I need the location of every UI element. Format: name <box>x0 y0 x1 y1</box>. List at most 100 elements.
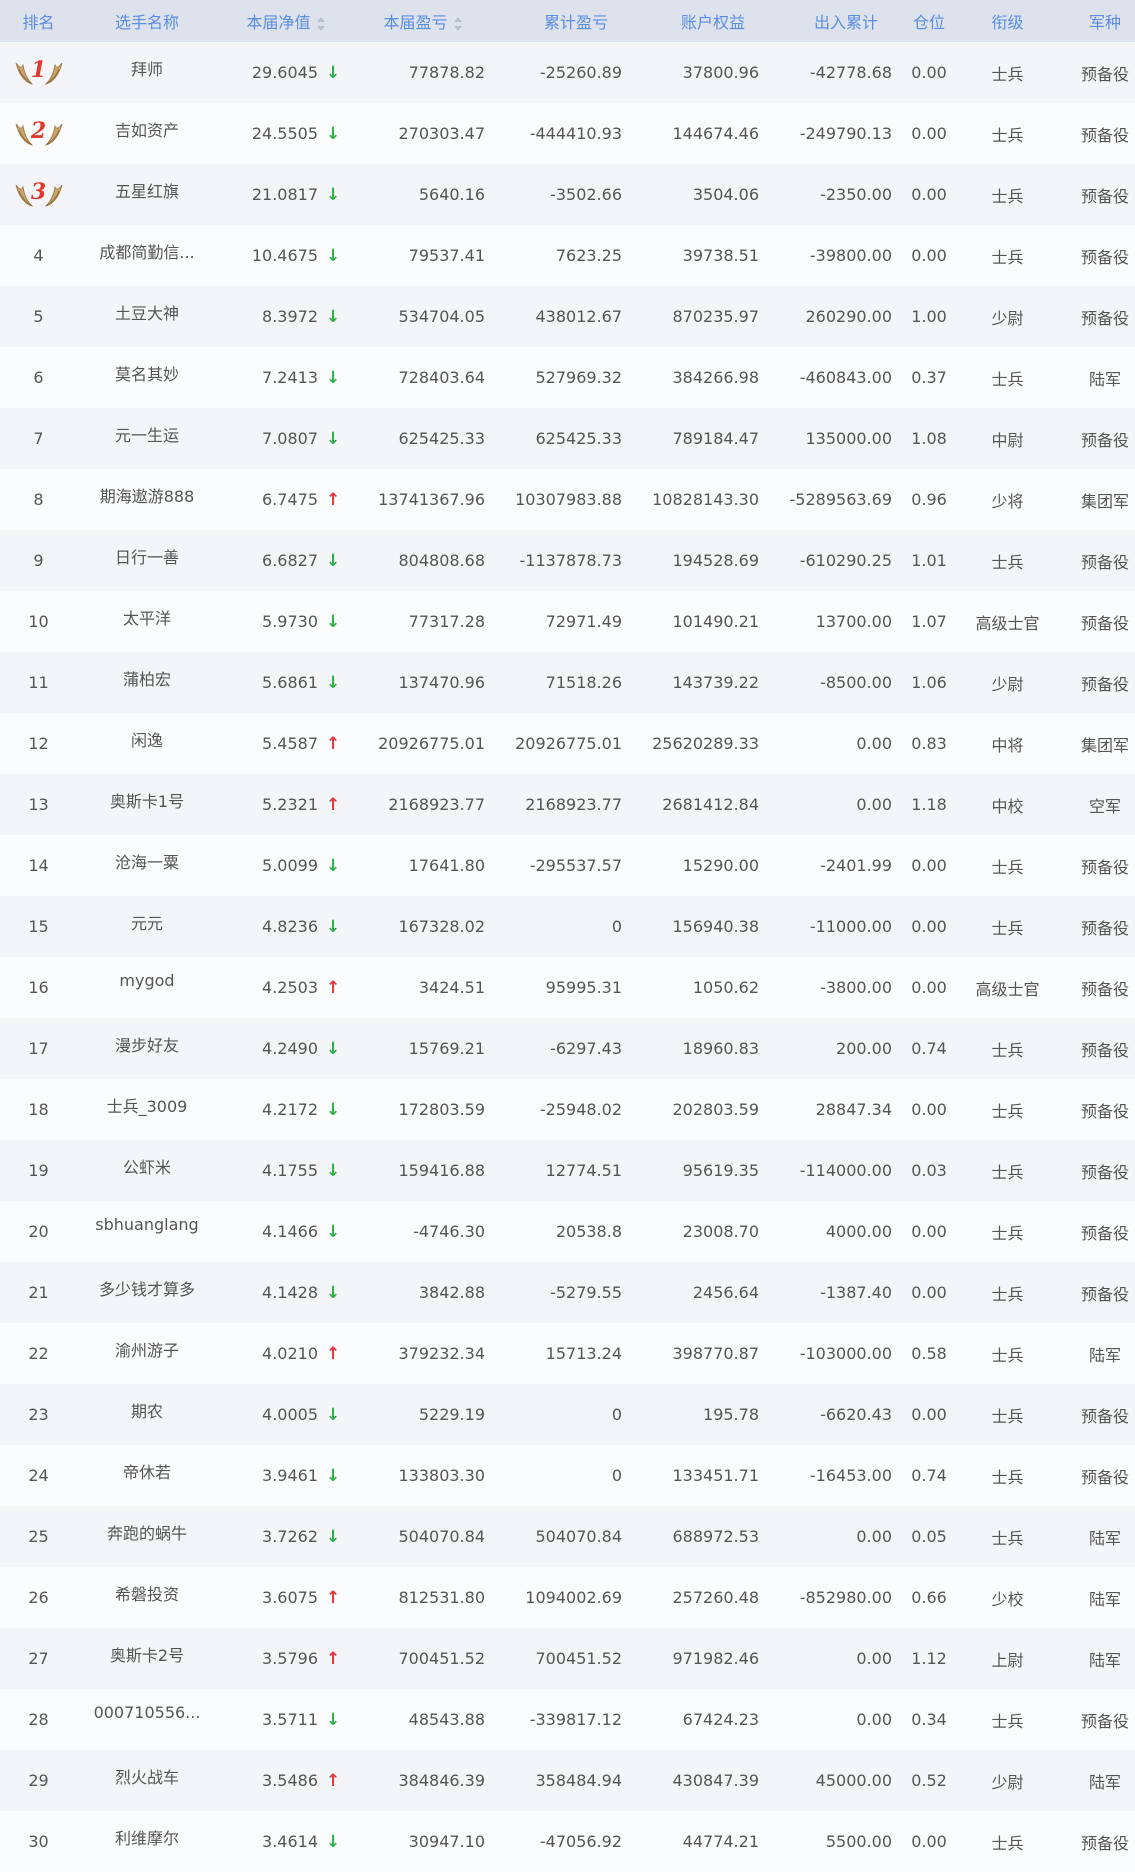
nav-cell: 29.6045 ↓ <box>217 42 354 103</box>
player-name[interactable]: 帝休若 <box>123 1459 171 1483</box>
player-name[interactable]: mygod <box>119 971 174 990</box>
player-name[interactable]: 奥斯卡1号 <box>110 788 184 812</box>
player-name-cell[interactable]: 成都简勤信... <box>77 225 217 286</box>
player-name[interactable]: 士兵_3009 <box>107 1093 188 1117</box>
player-name[interactable]: 漫步好友 <box>115 1032 179 1056</box>
player-name-cell[interactable]: 奥斯卡1号 <box>77 774 217 835</box>
player-name[interactable]: 期农 <box>131 1398 163 1422</box>
player-name[interactable]: 奔跑的蜗牛 <box>107 1520 187 1544</box>
player-name-cell[interactable]: 士兵_3009 <box>77 1079 217 1140</box>
pnl-value: 700451.52 <box>398 1649 485 1668</box>
nav-value: 7.0807 <box>262 428 318 448</box>
position-cell: 1.08 <box>898 408 960 469</box>
player-name-cell[interactable]: sbhuanglang <box>77 1201 217 1262</box>
player-name[interactable]: 公虾米 <box>123 1154 171 1178</box>
player-name[interactable]: 多少钱才算多 <box>99 1276 195 1300</box>
rank-cell: 16 <box>0 957 77 1018</box>
player-name[interactable]: 五星红旗 <box>115 178 179 202</box>
branch-cell: 陆军 <box>1055 1506 1135 1567</box>
nav-value: 3.6075 <box>262 1587 318 1607</box>
player-name[interactable]: 日行一善 <box>115 544 179 568</box>
cum-pnl-value: 72971.49 <box>545 612 622 631</box>
table-row: 5 土豆大神 8.3972 ↓ 534704.05 438012.67 87023… <box>0 286 1135 347</box>
player-name-cell[interactable]: 吉如资产 <box>77 103 217 164</box>
player-name[interactable]: sbhuanglang <box>95 1215 198 1234</box>
player-name[interactable]: 奥斯卡2号 <box>110 1642 184 1666</box>
player-name-cell[interactable]: 拜师 <box>77 42 217 103</box>
equity-cell: 67424.23 <box>628 1689 765 1750</box>
player-name-cell[interactable]: 烈火战车 <box>77 1750 217 1811</box>
player-name-cell[interactable]: 土豆大神 <box>77 286 217 347</box>
player-name-cell[interactable]: 公虾米 <box>77 1140 217 1201</box>
pnl-value: 379232.34 <box>398 1344 485 1363</box>
player-name-cell[interactable]: 日行一善 <box>77 530 217 591</box>
rank-cell: 28 <box>0 1689 77 1750</box>
rank-cell: 23 <box>0 1384 77 1445</box>
io-cell: 135000.00 <box>765 408 898 469</box>
player-name[interactable]: 元元 <box>131 910 163 934</box>
level-cell: 上尉 <box>960 1628 1055 1689</box>
player-name-cell[interactable]: 奥斯卡2号 <box>77 1628 217 1689</box>
cum-pnl-value: 20538.8 <box>555 1222 622 1241</box>
player-name[interactable]: 蒲柏宏 <box>123 666 171 690</box>
player-name-cell[interactable]: 漫步好友 <box>77 1018 217 1079</box>
sort-icon[interactable] <box>453 16 462 31</box>
player-name[interactable]: 吉如资产 <box>115 117 179 141</box>
rank-cell: 13 <box>0 774 77 835</box>
player-name[interactable]: 元一生运 <box>115 422 179 446</box>
player-name-cell[interactable]: 期海遨游888 <box>77 469 217 530</box>
player-name[interactable]: 利维摩尔 <box>115 1825 179 1849</box>
position-value: 1.01 <box>911 551 947 570</box>
io-value: 0.00 <box>856 1527 892 1546</box>
player-name-cell[interactable]: 期农 <box>77 1384 217 1445</box>
player-name-cell[interactable]: 闲逸 <box>77 713 217 774</box>
player-name[interactable]: 000710556... <box>94 1703 201 1722</box>
position-cell: 0.00 <box>898 896 960 957</box>
player-name[interactable]: 太平洋 <box>123 605 171 629</box>
player-name-cell[interactable]: 利维摩尔 <box>77 1811 217 1872</box>
nav-cell: 4.2503 ↑ <box>217 957 354 1018</box>
player-name[interactable]: 渝州游子 <box>115 1337 179 1361</box>
player-name-cell[interactable]: 莫名其妙 <box>77 347 217 408</box>
arrow-down-icon: ↓ <box>326 62 341 83</box>
player-name-cell[interactable]: 元元 <box>77 896 217 957</box>
pnl-value: 137470.96 <box>398 673 485 692</box>
player-name[interactable]: 成都简勤信... <box>99 239 194 263</box>
header-pnl-sort[interactable]: 本届盈亏 <box>354 0 491 42</box>
player-name[interactable]: 烈火战车 <box>115 1764 179 1788</box>
player-name[interactable]: 期海遨游888 <box>100 483 195 507</box>
pnl-cell: 3424.51 <box>354 957 491 1018</box>
player-name[interactable]: 拜师 <box>131 56 163 80</box>
player-name-cell[interactable]: mygod <box>77 957 217 1018</box>
player-name-cell[interactable]: 太平洋 <box>77 591 217 652</box>
pnl-value: 804808.68 <box>398 551 485 570</box>
sort-icon[interactable] <box>316 16 325 31</box>
header-nav-sort[interactable]: 本届净值 <box>217 0 354 42</box>
player-name-cell[interactable]: 000710556... <box>77 1689 217 1750</box>
rank-number: 21 <box>28 1283 49 1302</box>
player-name-cell[interactable]: 沧海一粟 <box>77 835 217 896</box>
header-io: 出入累计 <box>765 0 898 42</box>
player-name[interactable]: 莫名其妙 <box>115 361 179 385</box>
player-name-cell[interactable]: 渝州游子 <box>77 1323 217 1384</box>
rank-number: 19 <box>28 1161 49 1180</box>
player-name[interactable]: 沧海一粟 <box>115 849 179 873</box>
player-name[interactable]: 闲逸 <box>131 727 163 751</box>
player-name-cell[interactable]: 元一生运 <box>77 408 217 469</box>
io-cell: -460843.00 <box>765 347 898 408</box>
equity-value: 688972.53 <box>672 1527 759 1546</box>
nav-cell: 3.5796 ↑ <box>217 1628 354 1689</box>
rank-number: 23 <box>28 1405 49 1424</box>
player-name-cell[interactable]: 五星红旗 <box>77 164 217 225</box>
player-name-cell[interactable]: 希磐投资 <box>77 1567 217 1628</box>
io-cell: -6620.43 <box>765 1384 898 1445</box>
position-value: 1.07 <box>911 612 947 631</box>
player-name[interactable]: 土豆大神 <box>115 300 179 324</box>
player-name-cell[interactable]: 蒲柏宏 <box>77 652 217 713</box>
player-name-cell[interactable]: 帝休若 <box>77 1445 217 1506</box>
level-value: 士兵 <box>991 1284 1024 1304</box>
player-name[interactable]: 希磐投资 <box>115 1581 179 1605</box>
player-name-cell[interactable]: 多少钱才算多 <box>77 1262 217 1323</box>
player-name-cell[interactable]: 奔跑的蜗牛 <box>77 1506 217 1567</box>
rank-cell: 3 <box>0 164 77 225</box>
